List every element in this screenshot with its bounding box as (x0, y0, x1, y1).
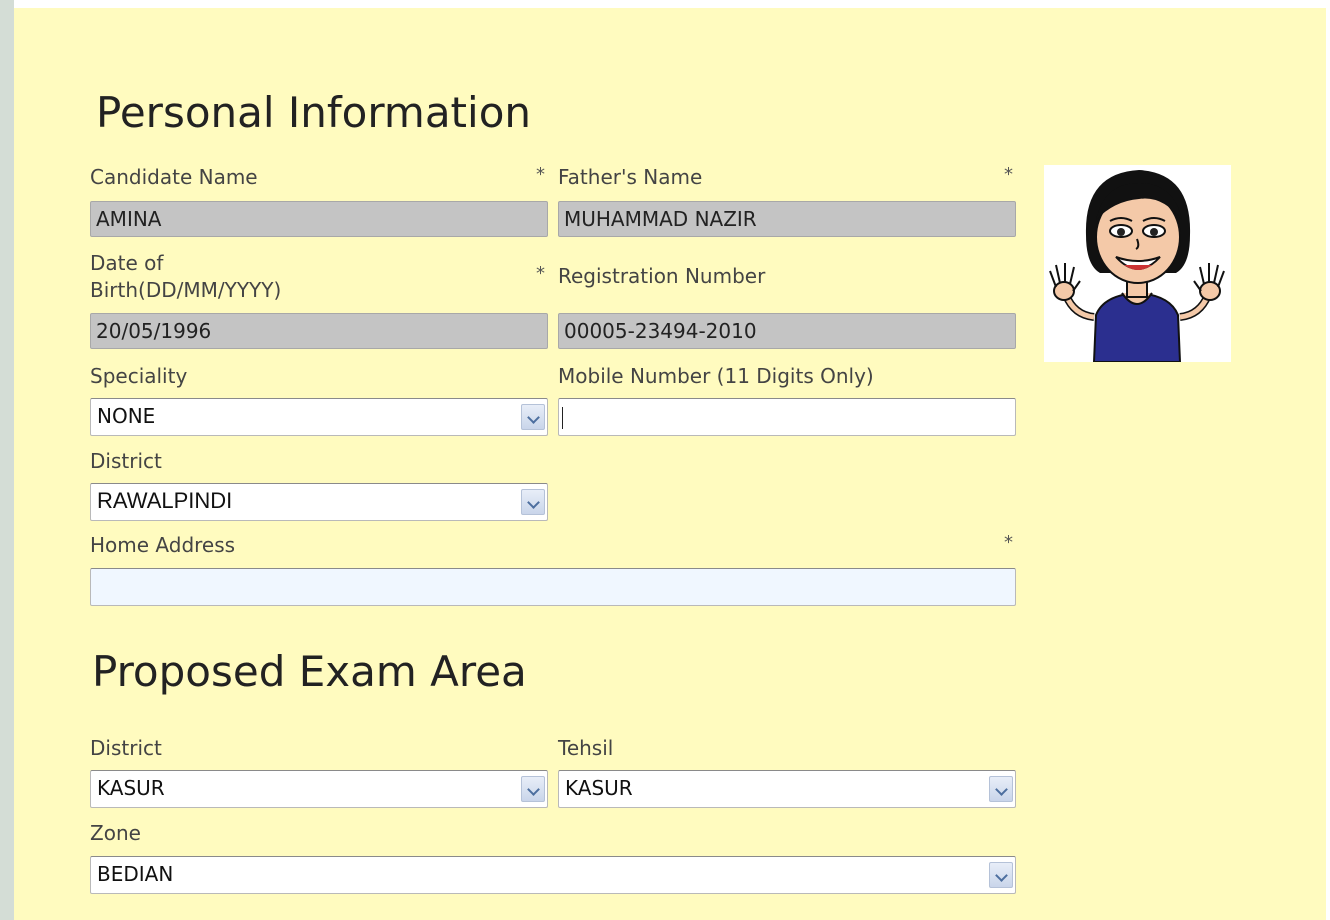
district-select-value: RAWALPINDI (97, 488, 233, 513)
left-border (0, 0, 14, 920)
exam-district-select[interactable]: KASUR (90, 770, 548, 808)
home-address-required-mark: * (1004, 532, 1013, 553)
mobile-number-label: Mobile Number (11 Digits Only) (558, 364, 874, 388)
district-select[interactable]: RAWALPINDI (90, 483, 548, 521)
dob-label-line2: Birth(DD/MM/YYYY) (90, 278, 282, 302)
father-name-field[interactable]: MUHAMMAD NAZIR (558, 201, 1016, 237)
candidate-name-label: Candidate Name (90, 165, 258, 189)
exam-district-label: District (90, 736, 162, 760)
exam-tehsil-select-value: KASUR (565, 776, 633, 800)
chevron-down-icon[interactable] (989, 776, 1013, 802)
chevron-down-icon[interactable] (989, 862, 1013, 888)
speciality-label: Speciality (90, 364, 188, 388)
registration-number-field[interactable]: 00005-23494-2010 (558, 313, 1016, 349)
home-address-input[interactable] (90, 568, 1016, 606)
speciality-select[interactable]: NONE (90, 398, 548, 436)
chevron-down-icon[interactable] (521, 489, 545, 515)
exam-zone-select-value: BEDIAN (97, 862, 174, 886)
personal-info-heading: Personal Information (96, 88, 532, 137)
dob-required-mark: * (536, 263, 545, 284)
father-name-required-mark: * (1004, 164, 1013, 185)
registration-number-label: Registration Number (558, 264, 766, 288)
chevron-down-icon[interactable] (521, 776, 545, 802)
candidate-name-field[interactable]: AMINA (90, 201, 548, 237)
exam-area-heading: Proposed Exam Area (92, 647, 527, 696)
exam-zone-select[interactable]: BEDIAN (90, 856, 1016, 894)
top-border (14, 0, 1330, 8)
father-name-label: Father's Name (558, 165, 703, 189)
candidate-photo (1044, 165, 1231, 363)
speciality-select-value: NONE (97, 404, 156, 428)
chevron-down-icon[interactable] (521, 404, 545, 430)
candidate-name-required-mark: * (536, 164, 545, 185)
mobile-number-input[interactable] (558, 398, 1016, 436)
exam-zone-label: Zone (90, 821, 141, 845)
exam-tehsil-select[interactable]: KASUR (558, 770, 1016, 808)
dob-label-line1: Date of (90, 251, 164, 275)
cartoon-woman-icon (1049, 170, 1225, 363)
text-cursor (562, 407, 563, 429)
exam-tehsil-label: Tehsil (558, 736, 614, 760)
home-address-label: Home Address (90, 533, 236, 557)
exam-district-select-value: KASUR (97, 776, 165, 800)
dob-field[interactable]: 20/05/1996 (90, 313, 548, 349)
district-label: District (90, 449, 162, 473)
